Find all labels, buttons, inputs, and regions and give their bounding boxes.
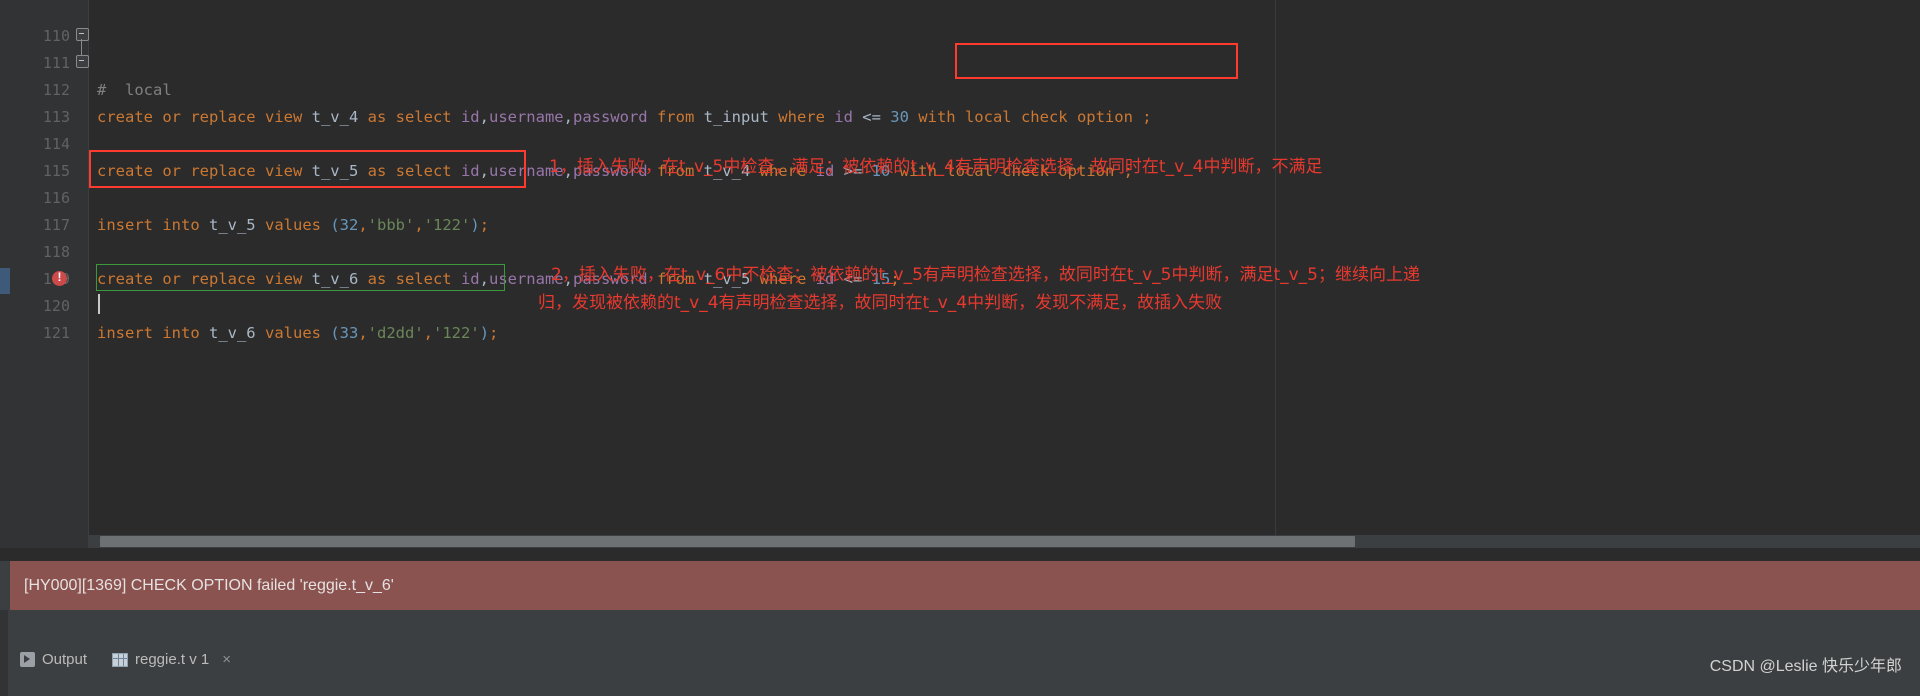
code-fold-line — [81, 39, 82, 55]
tool-tab-output-label: Output — [42, 651, 88, 668]
punct: ( — [330, 324, 340, 342]
string: '122' — [433, 324, 480, 342]
editor-row[interactable]: 114 create or replace view t_v_5 as sele… — [0, 104, 1920, 180]
tool-tab-output[interactable]: Output — [20, 651, 87, 668]
tool-tab-result[interactable]: reggie.t v 1 × — [112, 651, 231, 668]
editor-row[interactable]: 118 create or replace view t_v_6 as sele… — [0, 212, 1920, 288]
kw: insert into — [97, 324, 209, 342]
run-output-icon — [20, 652, 35, 667]
error-message: [HY000][1369] CHECK OPTION failed 'reggi… — [24, 577, 394, 594]
annotation-note-2-line-2: 归，发现被依赖的t_v_4有声明检查选择，故同时在t_v_4中判断，发现不满足，… — [538, 293, 1223, 313]
string: 'd2dd' — [367, 324, 424, 342]
number: 33 — [339, 324, 359, 342]
editor-row[interactable]: 111 # local — [0, 23, 1920, 99]
error-banner-gutter — [0, 561, 10, 610]
tool-tab-result-label: reggie.t v 1 — [135, 651, 210, 668]
horizontal-scrollbar-thumb[interactable] — [100, 536, 1355, 547]
annotation-note-2-line-1: 2，插入失败，在t_v_6中不检查；被依赖的t_v_5有声明检查选择，故同时在t… — [551, 265, 1420, 285]
text-caret — [98, 294, 100, 314]
punct: , — [358, 324, 368, 342]
editor-row[interactable]: 117 — [0, 185, 1920, 234]
sql-editor[interactable]: 110 111 # local 112 create or replace vi… — [0, 0, 1920, 548]
code-line-120: insert into t_v_6 values (33,'d2dd','122… — [97, 320, 498, 347]
editor-row[interactable]: 113 — [0, 77, 1920, 126]
code-fold-toggle-111[interactable] — [76, 28, 89, 41]
bottom-bar-left-edge — [0, 610, 8, 696]
error-gutter-icon[interactable] — [52, 269, 67, 286]
punct: ) — [479, 324, 490, 342]
punct: , — [423, 324, 434, 342]
punct: ; — [489, 324, 499, 342]
table-grid-icon — [112, 652, 128, 667]
annotation-note-1: 1，插入失败，在t_v_5中检查，满足；被依赖的t_v_4有声明检查选择，故同时… — [549, 157, 1323, 177]
editor-row[interactable]: 112 create or replace view t_v_4 as sele… — [0, 50, 1920, 126]
kw: values — [255, 324, 331, 342]
code-fold-toggle-112[interactable] — [76, 55, 89, 68]
watermark: CSDN @Leslie 快乐少年郎 — [1709, 658, 1902, 675]
close-icon[interactable]: × — [222, 651, 231, 668]
line-number: 121 — [42, 324, 70, 342]
table-name: t_v_6 — [208, 324, 256, 342]
editor-row[interactable]: 110 — [0, 0, 1920, 45]
bottom-tool-bar — [0, 610, 1920, 696]
